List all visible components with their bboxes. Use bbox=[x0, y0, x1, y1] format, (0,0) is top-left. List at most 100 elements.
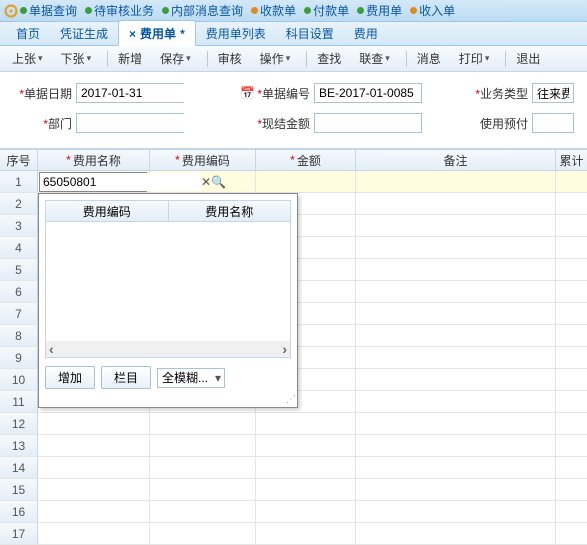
cell[interactable] bbox=[256, 413, 356, 434]
popup-mode-select[interactable]: 全模糊... bbox=[157, 368, 225, 388]
scroll-left-icon[interactable]: ‹ bbox=[49, 341, 54, 357]
topmenu-待审核业务[interactable]: 待审核业务 bbox=[85, 2, 154, 19]
table-row[interactable]: 14 bbox=[0, 457, 587, 479]
date-field[interactable]: 📅 bbox=[76, 83, 184, 103]
cell[interactable] bbox=[356, 413, 556, 434]
col-name[interactable]: *费用名称 bbox=[38, 150, 150, 170]
cell[interactable] bbox=[256, 457, 356, 478]
cell[interactable] bbox=[150, 457, 256, 478]
cell[interactable] bbox=[556, 259, 587, 280]
cell[interactable] bbox=[556, 303, 587, 324]
name-input[interactable]: ✕🔍 bbox=[39, 172, 147, 192]
op-button[interactable]: 操作▾ bbox=[254, 48, 297, 69]
topmenu-收入单[interactable]: 收入单 bbox=[410, 2, 455, 19]
dept-field[interactable] bbox=[76, 113, 184, 133]
cell[interactable] bbox=[356, 303, 556, 324]
table-row[interactable]: 1✕🔍 bbox=[0, 171, 587, 193]
resize-handle-icon[interactable]: ⋰ bbox=[286, 394, 295, 405]
prev-button[interactable]: 上张▾ bbox=[6, 48, 49, 69]
gear-icon[interactable] bbox=[4, 4, 18, 18]
cell-name[interactable] bbox=[38, 501, 150, 522]
link-button[interactable]: 联查▾ bbox=[353, 48, 396, 69]
popup-col-button[interactable]: 栏目 bbox=[101, 366, 151, 389]
cell[interactable] bbox=[556, 413, 587, 434]
table-row[interactable]: 12 bbox=[0, 413, 587, 435]
col-amt[interactable]: *金额 bbox=[256, 150, 356, 170]
cell[interactable] bbox=[356, 215, 556, 236]
cell[interactable] bbox=[150, 413, 256, 434]
cell[interactable] bbox=[356, 237, 556, 258]
cell-name[interactable] bbox=[38, 479, 150, 500]
cell[interactable] bbox=[356, 259, 556, 280]
tab-科目设置[interactable]: 科目设置 bbox=[276, 20, 344, 45]
cell[interactable] bbox=[356, 435, 556, 456]
cell[interactable] bbox=[150, 479, 256, 500]
cell-name[interactable] bbox=[38, 435, 150, 456]
close-icon[interactable]: × bbox=[129, 27, 136, 41]
type-field[interactable] bbox=[532, 83, 574, 103]
cell[interactable] bbox=[556, 435, 587, 456]
topmenu-单据查询[interactable]: 单据查询 bbox=[20, 2, 77, 19]
cell[interactable] bbox=[356, 501, 556, 522]
tab-费用单[interactable]: × 费用单 * bbox=[118, 20, 196, 46]
cell[interactable] bbox=[356, 347, 556, 368]
table-row[interactable]: 15 bbox=[0, 479, 587, 501]
table-row[interactable]: 16 bbox=[0, 501, 587, 523]
cell[interactable] bbox=[356, 457, 556, 478]
tab-费用单列表[interactable]: 费用单列表 bbox=[196, 20, 276, 45]
col-seq[interactable]: 序号 bbox=[0, 150, 38, 170]
topmenu-收款单[interactable]: 收款单 bbox=[251, 2, 296, 19]
table-row[interactable]: 13 bbox=[0, 435, 587, 457]
cell[interactable] bbox=[150, 171, 256, 192]
popup-col-code[interactable]: 费用编码 bbox=[46, 201, 169, 221]
cell[interactable] bbox=[356, 171, 556, 192]
scroll-right-icon[interactable]: › bbox=[282, 341, 287, 357]
no-field[interactable] bbox=[314, 83, 422, 103]
cell[interactable] bbox=[556, 193, 587, 214]
cell[interactable] bbox=[356, 523, 556, 544]
cell[interactable] bbox=[356, 391, 556, 412]
tab-费用[interactable]: 费用 bbox=[344, 20, 388, 45]
table-row[interactable]: 17 bbox=[0, 523, 587, 545]
cell[interactable] bbox=[256, 501, 356, 522]
col-memo[interactable]: 备注 bbox=[356, 150, 556, 170]
popup-col-name[interactable]: 费用名称 bbox=[169, 201, 291, 221]
find-button[interactable]: 查找 bbox=[311, 48, 347, 69]
col-sum[interactable]: 累计 bbox=[556, 150, 587, 170]
cell[interactable] bbox=[556, 215, 587, 236]
exit-button[interactable]: 退出 bbox=[510, 48, 546, 69]
print-button[interactable]: 打印▾ bbox=[453, 48, 496, 69]
save-button[interactable]: 保存▾ bbox=[154, 48, 197, 69]
cell[interactable] bbox=[556, 281, 587, 302]
cell[interactable] bbox=[356, 479, 556, 500]
cell[interactable] bbox=[356, 369, 556, 390]
cell[interactable] bbox=[556, 479, 587, 500]
new-button[interactable]: 新增 bbox=[112, 48, 148, 69]
tab-凭证生成[interactable]: 凭证生成 bbox=[50, 20, 118, 45]
topmenu-费用单[interactable]: 费用单 bbox=[357, 2, 402, 19]
msg-button[interactable]: 消息 bbox=[411, 48, 447, 69]
cell[interactable] bbox=[256, 435, 356, 456]
cell[interactable] bbox=[150, 523, 256, 544]
next-button[interactable]: 下张▾ bbox=[55, 48, 98, 69]
cell[interactable] bbox=[356, 193, 556, 214]
cell[interactable] bbox=[556, 501, 587, 522]
cell-name[interactable] bbox=[38, 413, 150, 434]
cell-name[interactable] bbox=[38, 457, 150, 478]
cell[interactable] bbox=[256, 171, 356, 192]
cell[interactable] bbox=[556, 457, 587, 478]
cell-name[interactable] bbox=[38, 523, 150, 544]
topmenu-内部消息查询[interactable]: 内部消息查询 bbox=[162, 2, 243, 19]
popup-list[interactable]: ‹ › bbox=[45, 222, 291, 358]
cell[interactable] bbox=[356, 325, 556, 346]
popup-add-button[interactable]: 增加 bbox=[45, 366, 95, 389]
cell[interactable] bbox=[556, 523, 587, 544]
popup-scrollbar[interactable]: ‹ › bbox=[46, 341, 290, 357]
cell[interactable] bbox=[556, 171, 587, 192]
cell[interactable] bbox=[150, 501, 256, 522]
prepay-field[interactable] bbox=[532, 113, 574, 133]
cell[interactable] bbox=[556, 369, 587, 390]
audit-button[interactable]: 审核 bbox=[212, 48, 248, 69]
cell[interactable] bbox=[256, 479, 356, 500]
cash-field[interactable] bbox=[314, 113, 422, 133]
